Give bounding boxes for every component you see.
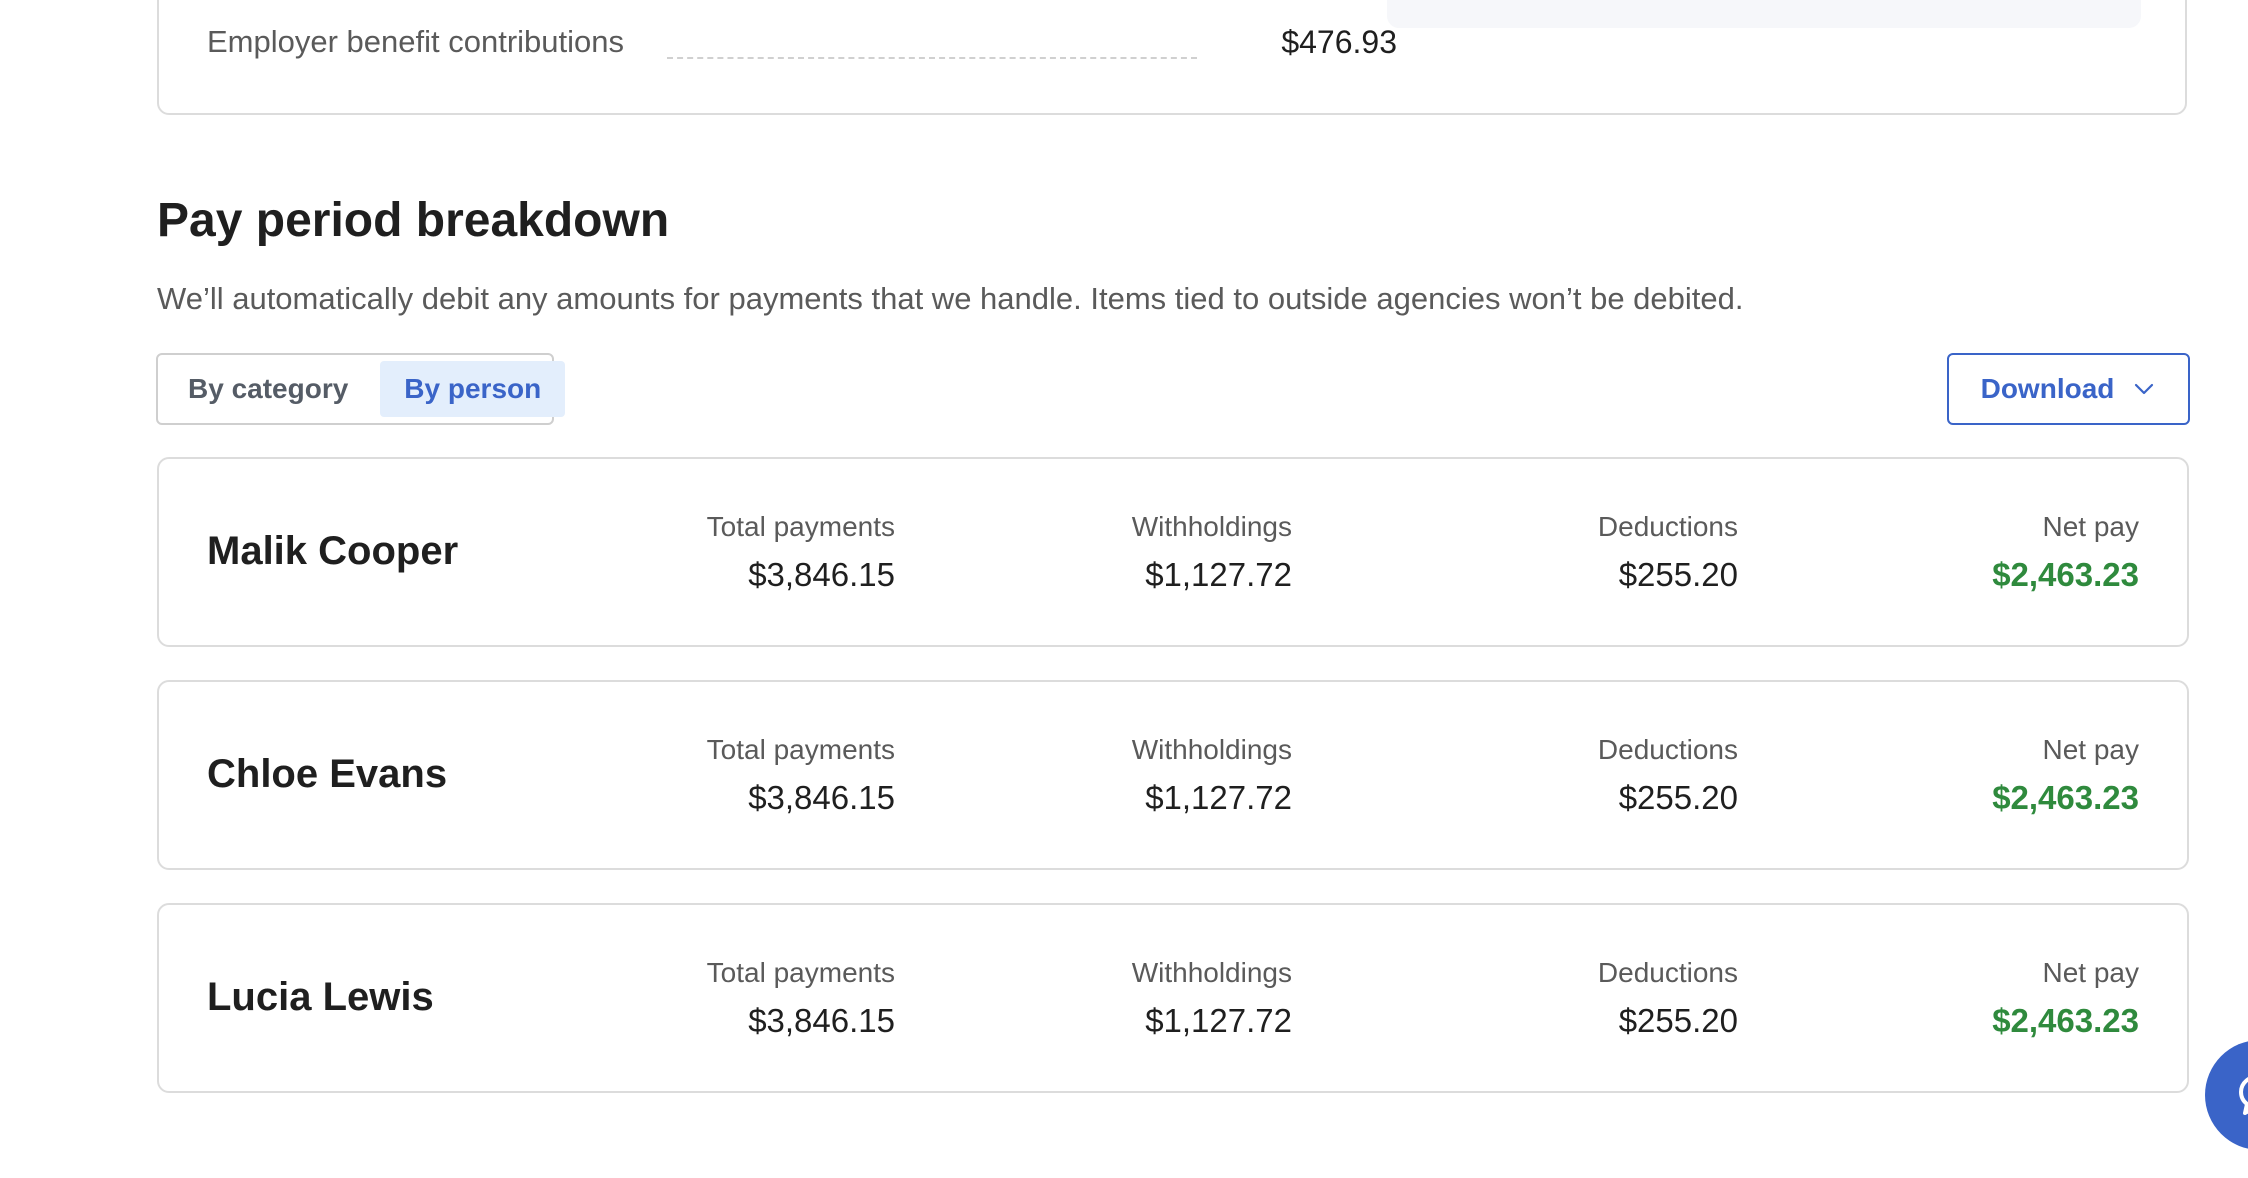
view-toggle: By category By person <box>156 353 566 425</box>
summary-label: Employer benefit contributions <box>207 24 625 59</box>
metric-label: Total payments <box>706 734 895 765</box>
summary-card: Employer benefit contributions $476.93 <box>157 0 2187 115</box>
chat-icon <box>2239 1077 2248 1115</box>
metric-label: Total payments <box>706 511 895 542</box>
metric-value: $255.20 <box>1618 1002 1738 1039</box>
metric-value: $3,846.15 <box>748 1002 895 1039</box>
metric-withholdings: Withholdings $1,127.72 <box>1132 955 1292 1043</box>
metric-label: Withholdings <box>1131 511 1292 542</box>
metric-total-payments: Total payments $3,846.15 <box>707 955 895 1043</box>
summary-side-panel <box>1387 0 2141 28</box>
metric-net-pay: Net pay $2,463.23 <box>1992 509 2139 597</box>
metric-label: Net pay <box>2042 734 2140 765</box>
toggle-by-category[interactable]: By category <box>164 361 372 417</box>
section-description: We’ll automatically debit any amounts fo… <box>157 281 1744 316</box>
net-pay-value: $2,463.23 <box>1992 779 2139 816</box>
metric-label: Deductions <box>1597 511 1738 542</box>
metric-net-pay: Net pay $2,463.23 <box>1992 955 2139 1043</box>
metric-value: $3,846.15 <box>748 556 895 593</box>
chat-button[interactable] <box>2205 1040 2248 1150</box>
metric-value: $1,127.72 <box>1145 556 1292 593</box>
metric-deductions: Deductions $255.20 <box>1598 509 1738 597</box>
person-name: Malik Cooper <box>207 529 459 573</box>
metric-total-payments: Total payments $3,846.15 <box>707 732 895 820</box>
metric-net-pay: Net pay $2,463.23 <box>1992 732 2139 820</box>
metric-value: $255.20 <box>1618 556 1738 593</box>
metric-label: Deductions <box>1597 957 1738 988</box>
metric-label: Net pay <box>2042 957 2140 988</box>
person-card[interactable]: Lucia Lewis Total payments $3,846.15 Wit… <box>157 903 2189 1093</box>
net-pay-value: $2,463.23 <box>1992 556 2139 593</box>
metric-label: Withholdings <box>1131 957 1292 988</box>
person-name: Lucia Lewis <box>207 975 434 1019</box>
dotted-leader <box>667 57 1197 59</box>
metric-value: $1,127.72 <box>1145 1002 1292 1039</box>
person-card[interactable]: Malik Cooper Total payments $3,846.15 Wi… <box>157 457 2189 647</box>
metric-value: $1,127.72 <box>1145 779 1292 816</box>
chevron-down-icon <box>2132 377 2156 401</box>
metric-withholdings: Withholdings $1,127.72 <box>1132 509 1292 597</box>
metric-total-payments: Total payments $3,846.15 <box>707 509 895 597</box>
metric-deductions: Deductions $255.20 <box>1598 732 1738 820</box>
toggle-by-person[interactable]: By person <box>380 361 566 417</box>
summary-row-employer-benefits: Employer benefit contributions $476.93 <box>207 24 1397 64</box>
download-button[interactable]: Download <box>1947 353 2190 425</box>
metric-label: Deductions <box>1597 734 1738 765</box>
section-title: Pay period breakdown <box>157 194 670 247</box>
payroll-page: Employer benefit contributions $476.93 P… <box>0 0 2248 1178</box>
metric-deductions: Deductions $255.20 <box>1598 955 1738 1043</box>
net-pay-value: $2,463.23 <box>1992 1002 2139 1039</box>
metric-label: Total payments <box>706 957 895 988</box>
person-card[interactable]: Chloe Evans Total payments $3,846.15 Wit… <box>157 680 2189 870</box>
metric-value: $255.20 <box>1618 779 1738 816</box>
download-label: Download <box>1980 373 2115 404</box>
summary-value: $476.93 <box>1281 24 1397 60</box>
person-name: Chloe Evans <box>207 752 448 796</box>
metric-label: Net pay <box>2042 511 2140 542</box>
metric-withholdings: Withholdings $1,127.72 <box>1132 732 1292 820</box>
metric-value: $3,846.15 <box>748 779 895 816</box>
metric-label: Withholdings <box>1131 734 1292 765</box>
